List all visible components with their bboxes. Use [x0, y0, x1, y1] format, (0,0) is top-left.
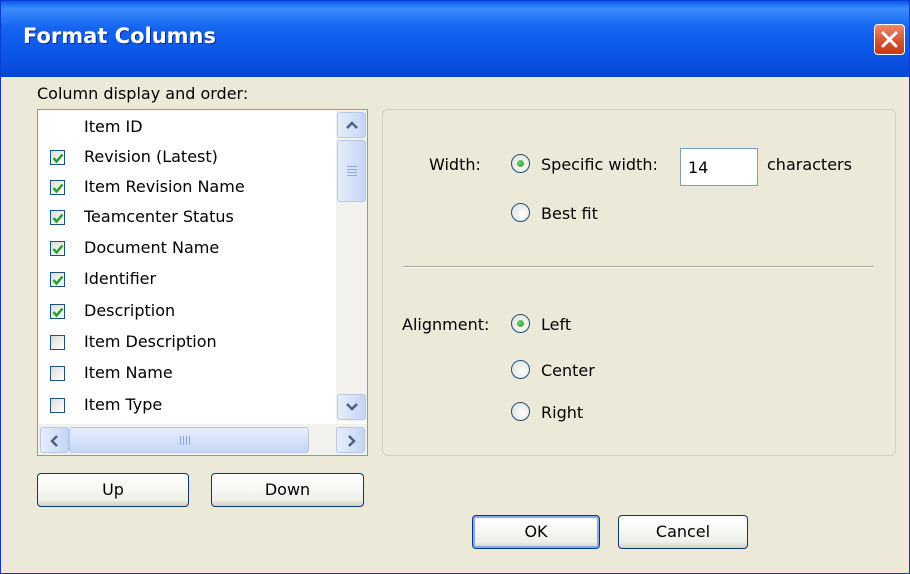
list-item[interactable]: Description	[38, 296, 334, 326]
vertical-scrollbar[interactable]	[336, 110, 367, 421]
characters-label: characters	[767, 155, 852, 174]
list-item-label: Document Name	[84, 238, 220, 257]
column-checkbox[interactable]	[50, 272, 65, 287]
scroll-down-arrow-icon	[346, 403, 358, 411]
dialog-title: Format Columns	[23, 24, 216, 48]
cancel-button[interactable]: Cancel	[618, 515, 748, 549]
scroll-right-button[interactable]	[336, 427, 365, 453]
list-item[interactable]: Item Description	[38, 327, 334, 357]
column-display-label: Column display and order:	[37, 84, 249, 103]
list-item[interactable]: Identifier	[38, 264, 334, 294]
specific-width-radio[interactable]	[511, 154, 530, 173]
radio-selected-dot	[517, 160, 524, 167]
list-item-label: Revision (Latest)	[84, 147, 218, 166]
list-item-label: Item Revision Name	[84, 177, 245, 196]
column-checkbox[interactable]	[50, 335, 65, 350]
title-bar[interactable]: Format Columns	[1, 1, 909, 77]
scroll-up-arrow-icon	[346, 121, 358, 129]
column-checkbox[interactable]	[50, 241, 65, 256]
checkmark-icon	[52, 183, 64, 194]
column-checkbox[interactable]	[50, 150, 65, 165]
list-item[interactable]: Item ID	[38, 112, 334, 142]
checkmark-icon	[52, 153, 64, 164]
align-right-radio[interactable]	[511, 402, 530, 421]
list-item[interactable]: Item Type	[38, 390, 334, 420]
list-item[interactable]: Item Revision Name	[38, 172, 334, 202]
list-item-label: Teamcenter Status	[84, 207, 234, 226]
close-icon	[881, 31, 898, 48]
specific-width-label[interactable]: Specific width:	[541, 155, 658, 174]
list-item-label: Item ID	[84, 117, 143, 136]
checkmark-icon	[52, 275, 64, 286]
horizontal-scrollbar[interactable]	[38, 424, 367, 455]
align-left-label[interactable]: Left	[541, 315, 571, 334]
list-item[interactable]: Revision (Latest)	[38, 142, 334, 172]
thumb-grip-line	[189, 436, 190, 445]
list-item-label: Identifier	[84, 269, 157, 288]
up-button[interactable]: Up	[37, 473, 189, 507]
thumb-grip-line	[347, 166, 357, 167]
thumb-grip-line	[347, 169, 357, 170]
list-item[interactable]: Item Name	[38, 358, 334, 388]
column-listbox[interactable]: Item ID Revision (Latest) Item Revision …	[37, 109, 368, 456]
format-columns-dialog: Format Columns Column display and order:…	[0, 0, 910, 574]
align-left-radio[interactable]	[511, 314, 530, 333]
section-divider	[403, 266, 874, 268]
thumb-grip-line	[186, 436, 187, 445]
ok-button[interactable]: OK	[472, 515, 600, 549]
list-item-label: Item Name	[84, 363, 173, 382]
column-checkbox[interactable]	[50, 366, 65, 381]
width-input[interactable]	[680, 148, 758, 186]
align-center-radio[interactable]	[511, 360, 530, 379]
best-fit-radio[interactable]	[511, 203, 530, 222]
scroll-right-arrow-icon	[348, 435, 356, 447]
vertical-scroll-thumb[interactable]	[337, 140, 366, 202]
width-label: Width:	[429, 155, 481, 174]
checkmark-icon	[52, 213, 64, 224]
list-item-label: Item Description	[84, 332, 217, 351]
scroll-left-button[interactable]	[40, 427, 69, 453]
horizontal-scroll-thumb[interactable]	[69, 427, 309, 453]
down-button[interactable]: Down	[211, 473, 364, 507]
column-checkbox[interactable]	[50, 180, 65, 195]
close-button[interactable]	[874, 24, 905, 55]
scroll-down-button[interactable]	[337, 394, 366, 420]
list-item[interactable]: Document Name	[38, 233, 334, 263]
radio-selected-dot	[517, 320, 524, 327]
column-checkbox[interactable]	[50, 304, 65, 319]
list-item-label: Item Type	[84, 395, 163, 414]
align-center-label[interactable]: Center	[541, 361, 595, 380]
list-item[interactable]: Teamcenter Status	[38, 202, 334, 232]
scroll-up-button[interactable]	[337, 112, 366, 138]
scroll-left-arrow-icon	[50, 435, 58, 447]
thumb-grip-line	[347, 175, 357, 176]
thumb-grip-line	[180, 436, 181, 445]
align-right-label[interactable]: Right	[541, 403, 583, 422]
column-checkbox[interactable]	[50, 210, 65, 225]
alignment-label: Alignment:	[402, 315, 490, 334]
column-checkbox[interactable]	[50, 398, 65, 413]
best-fit-label[interactable]: Best fit	[541, 204, 598, 223]
list-item-label: Description	[84, 301, 176, 320]
thumb-grip-line	[183, 436, 184, 445]
checkmark-icon	[52, 307, 64, 318]
checkmark-icon	[52, 244, 64, 255]
thumb-grip-line	[347, 172, 357, 173]
